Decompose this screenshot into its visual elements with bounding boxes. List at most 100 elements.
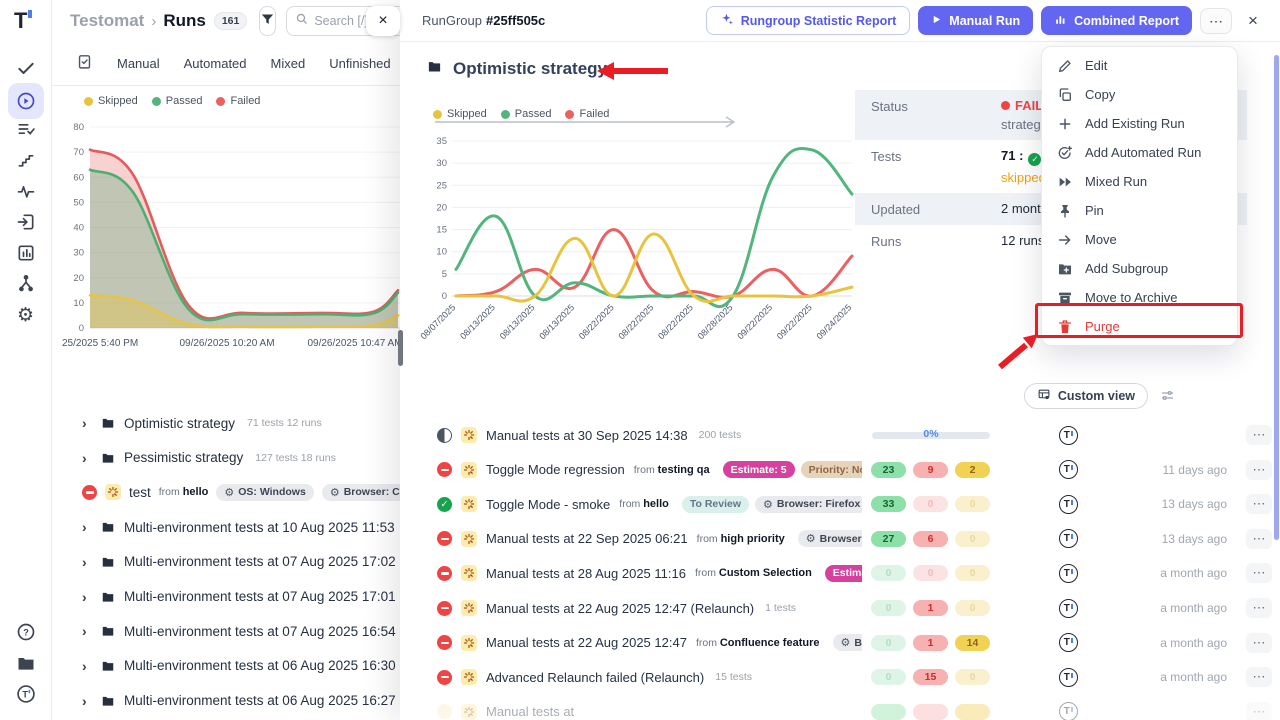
- menu-item-move[interactable]: Move: [1042, 225, 1237, 254]
- row-menu-button[interactable]: ⋯: [1246, 460, 1272, 480]
- run-badges: Estimate: 5Priority: C: [825, 565, 862, 582]
- reports-icon[interactable]: [15, 242, 37, 264]
- row-menu-button[interactable]: ⋯: [1246, 425, 1272, 445]
- testomat-report-icon[interactable]: T: [1059, 702, 1078, 720]
- import-icon[interactable]: [15, 211, 37, 233]
- run-list-item[interactable]: testfrom hello⚙OS: Windows⚙Browser: Chro…: [52, 475, 400, 509]
- row-menu-button[interactable]: ⋯: [1246, 633, 1272, 653]
- svg-text:5: 5: [442, 269, 447, 280]
- drawer-header: RunGroup#25ff505c Rungroup Statistic Rep…: [400, 0, 1280, 42]
- failed-count-pill: 6: [913, 531, 948, 547]
- testomat-report-icon[interactable]: T: [1059, 426, 1078, 445]
- settings-gear-icon[interactable]: ⚙: [15, 304, 37, 326]
- milestones-icon[interactable]: [15, 149, 37, 171]
- row-menu-button[interactable]: ⋯: [1246, 667, 1272, 687]
- run-row[interactable]: Toggle Mode regressionfrom testing qaEst…: [400, 453, 1272, 487]
- adjustments-icon[interactable]: [1159, 388, 1176, 408]
- drawer-more-button[interactable]: ⋯: [1200, 8, 1232, 34]
- group-list-item[interactable]: ›Multi-environment tests at 07 Aug 2025 …: [52, 614, 400, 648]
- pulse-icon[interactable]: [15, 180, 37, 202]
- group-list-item[interactable]: ›Pessimistic strategy127 tests 18 runs: [52, 441, 400, 475]
- row-menu-button[interactable]: ⋯: [1246, 702, 1272, 720]
- rungroup-statistic-report-button[interactable]: Rungroup Statistic Report: [706, 6, 911, 35]
- chevron-right-icon[interactable]: ›: [82, 658, 92, 674]
- drawer-scrollbar[interactable]: [1274, 55, 1279, 540]
- run-badges: Estimate: 5Priority: NormalReferences:: [723, 461, 862, 478]
- badge-env: ⚙Browser: Chrome: [322, 484, 400, 501]
- combined-report-button[interactable]: Combined Report: [1041, 6, 1192, 35]
- testomat-report-icon[interactable]: T: [1059, 495, 1078, 514]
- run-source: from Confluence feature: [696, 637, 820, 649]
- group-list-item[interactable]: ›Multi-environment tests at 06 Aug 2025 …: [52, 649, 400, 683]
- menu-item-add-existing-run[interactable]: Add Existing Run: [1042, 109, 1237, 138]
- group-title: Multi-environment tests at 07 Aug 2025 1…: [124, 554, 396, 569]
- skipped-count-pill: 14: [955, 635, 990, 651]
- testomat-report-icon[interactable]: T: [1059, 633, 1078, 652]
- run-row[interactable]: Manual tests at 28 Aug 2025 11:16from Cu…: [400, 556, 1272, 590]
- group-list-item[interactable]: ›Optimistic strategy71 tests 12 runs: [52, 406, 400, 440]
- row-menu-button[interactable]: ⋯: [1246, 563, 1272, 583]
- menu-item-edit[interactable]: Edit: [1042, 51, 1237, 80]
- svg-text:08/13/2025: 08/13/2025: [458, 302, 497, 341]
- drawer-resize-handle[interactable]: [398, 330, 403, 366]
- test-plans-icon[interactable]: [15, 118, 37, 140]
- run-title: Toggle Mode - smoke: [486, 497, 610, 512]
- runs-icon[interactable]: [8, 83, 44, 119]
- run-row[interactable]: Manual tests at 22 Aug 2025 12:47 (Relau…: [400, 591, 1272, 625]
- chevron-right-icon[interactable]: ›: [82, 554, 92, 570]
- chevron-right-icon[interactable]: ›: [82, 589, 92, 605]
- pencil-icon: [1056, 57, 1073, 74]
- menu-item-pin[interactable]: Pin: [1042, 196, 1237, 225]
- folder-icon: [426, 59, 443, 79]
- svg-text:08/28/2025: 08/28/2025: [696, 302, 735, 341]
- row-menu-button[interactable]: ⋯: [1246, 598, 1272, 618]
- chevron-right-icon[interactable]: ›: [82, 623, 92, 639]
- custom-view-button[interactable]: Custom view: [1024, 383, 1148, 409]
- row-menu-button[interactable]: ⋯: [1246, 494, 1272, 514]
- row-menu-button[interactable]: ⋯: [1246, 529, 1272, 549]
- run-row[interactable]: Manual tests atT⋯: [400, 695, 1272, 720]
- checks-icon[interactable]: [15, 57, 37, 79]
- chevron-right-icon[interactable]: ›: [82, 519, 92, 535]
- group-list-item[interactable]: ›Multi-environment tests at 06 Aug 2025 …: [52, 684, 400, 718]
- chevron-right-icon[interactable]: ›: [82, 450, 92, 466]
- menu-item-copy[interactable]: Copy: [1042, 80, 1237, 109]
- testomat-report-icon[interactable]: T: [1059, 564, 1078, 583]
- menu-item-add-automated-run[interactable]: Add Automated Run: [1042, 138, 1237, 167]
- help-icon[interactable]: ?: [15, 621, 37, 643]
- run-row[interactable]: Manual tests at 30 Sep 2025 14:38200 tes…: [400, 418, 1272, 452]
- run-badges: To Review⚙Browser: Firefox⚙OS: MacOS: [682, 496, 862, 513]
- run-title: Manual tests at 30 Sep 2025 14:38: [486, 428, 688, 443]
- testomat-logo[interactable]: T: [14, 8, 32, 34]
- svg-text:08/07/2025: 08/07/2025: [418, 302, 457, 341]
- branches-icon[interactable]: [15, 273, 37, 295]
- testomat-report-icon[interactable]: T: [1059, 668, 1078, 687]
- group-list-item[interactable]: › Multi-environment tests at 07 Aug 2025 …: [52, 545, 400, 579]
- testomat-badge-icon[interactable]: T: [15, 683, 37, 705]
- chevron-right-icon[interactable]: ›: [82, 415, 92, 431]
- chevron-right-icon[interactable]: ›: [82, 693, 92, 709]
- testomat-report-icon[interactable]: T: [1059, 599, 1078, 618]
- drawer-close-button[interactable]: ×: [1240, 8, 1266, 34]
- projects-folder-icon[interactable]: [15, 652, 37, 674]
- failed-count-pill: 1: [913, 600, 948, 616]
- run-title: test: [129, 485, 151, 500]
- run-row[interactable]: Toggle Mode - smokefrom helloTo Review⚙B…: [400, 487, 1272, 521]
- run-row[interactable]: Advanced Relaunch failed (Relaunch)15 te…: [400, 660, 1272, 694]
- testomat-report-icon[interactable]: T: [1059, 529, 1078, 548]
- manual-run-button[interactable]: Manual Run: [918, 6, 1033, 35]
- run-timestamp: a month ago: [1087, 670, 1227, 684]
- group-list-item[interactable]: ›Multi-environment tests at 07 Aug 2025 …: [52, 580, 400, 614]
- testomat-report-icon[interactable]: T: [1059, 460, 1078, 479]
- run-source: from Custom Selection: [695, 567, 812, 579]
- folder-icon: [100, 694, 116, 708]
- menu-item-add-subgroup[interactable]: Add Subgroup: [1042, 254, 1237, 283]
- group-list-item[interactable]: ›Multi-environment tests at 10 Aug 2025 …: [52, 510, 400, 544]
- menu-item-mixed-run[interactable]: Mixed Run: [1042, 167, 1237, 196]
- run-row[interactable]: Manual tests at 22 Sep 2025 06:21from hi…: [400, 522, 1272, 556]
- burst-icon: [461, 427, 477, 443]
- run-row[interactable]: Manual tests at 22 Aug 2025 12:47from Co…: [400, 626, 1272, 660]
- panel-close-button[interactable]: ×: [366, 6, 400, 36]
- run-tests-count: 1 tests: [765, 602, 796, 614]
- badge-priority: Priority: Normal: [801, 461, 862, 478]
